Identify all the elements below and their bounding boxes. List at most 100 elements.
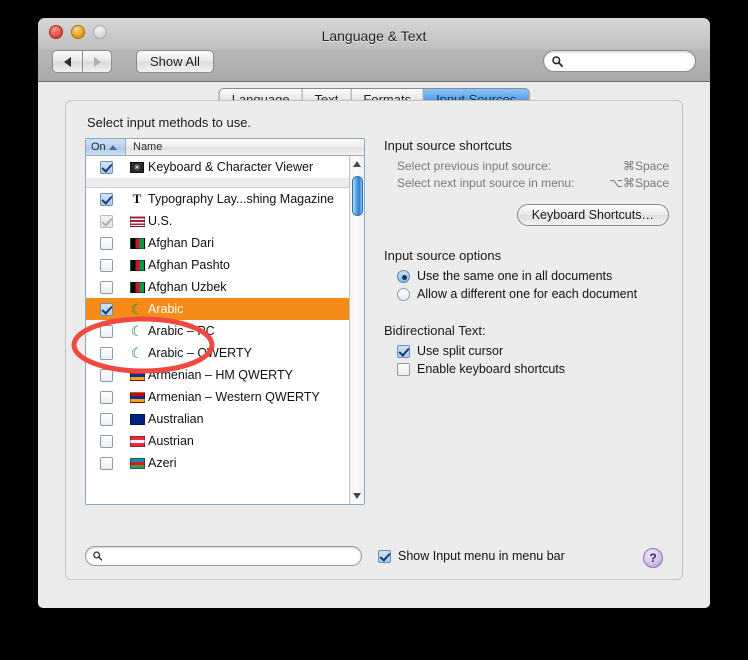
checkbox-icon	[99, 346, 113, 360]
filter-search-input[interactable]	[106, 550, 354, 562]
forward-button	[82, 50, 112, 73]
checkbox-icon-checked	[378, 549, 391, 563]
list-scrollbar[interactable]	[349, 156, 364, 504]
row-name: Arabic – PC	[148, 324, 215, 338]
checkbox-icon	[99, 390, 113, 404]
row-checkbox-cell[interactable]	[86, 192, 126, 206]
flag-austria-icon	[126, 435, 148, 447]
row-name: U.S.	[148, 214, 173, 228]
crescent-pc-icon: ☾	[130, 323, 144, 339]
checkbox-icon	[99, 434, 113, 448]
column-header-name[interactable]: Name	[126, 139, 364, 155]
row-checkbox-cell[interactable]	[86, 258, 126, 272]
row-checkbox-cell[interactable]	[86, 434, 126, 448]
flag-azerbaijan-icon	[126, 457, 148, 469]
row-checkbox-cell[interactable]	[86, 456, 126, 470]
scroll-down-button[interactable]	[350, 488, 364, 504]
row-checkbox-cell[interactable]	[86, 412, 126, 426]
toolbar-search-field[interactable]	[543, 50, 696, 72]
shortcuts-title: Input source shortcuts	[384, 138, 512, 153]
row-checkbox-cell[interactable]	[86, 390, 126, 404]
flag-armenia-icon	[126, 369, 148, 381]
row-name: Keyboard & Character Viewer	[148, 160, 314, 174]
row-checkbox-cell[interactable]	[86, 346, 126, 360]
navigation-buttons	[52, 50, 112, 73]
back-button[interactable]	[52, 50, 82, 73]
shortcut-key-next: ⌥⌘Space	[609, 176, 669, 190]
row-name: Afghan Pashto	[148, 258, 231, 272]
row-checkbox-cell[interactable]	[86, 368, 126, 382]
table-group-separator	[86, 178, 364, 188]
show-all-button[interactable]: Show All	[136, 50, 214, 73]
radio-different-per-document[interactable]: Allow a different one for each document	[384, 287, 669, 301]
table-header: On Name	[86, 139, 364, 156]
crescent-icon: ☾	[130, 301, 144, 317]
toolbar-search-input[interactable]	[568, 54, 687, 68]
keyboard-shortcuts-button[interactable]: Keyboard Shortcuts…	[516, 204, 669, 226]
flag-us-icon	[126, 215, 148, 227]
checkbox-label-use-split-cursor: Use split cursor	[417, 344, 504, 358]
input-sources-panel: Select input methods to use. On Name ✳ Ke…	[65, 100, 683, 580]
table-row[interactable]: Australian	[86, 408, 364, 430]
input-methods-table[interactable]: On Name ✳ Keyboard & Character Viewer T Typ…	[85, 138, 365, 505]
row-checkbox-cell[interactable]	[86, 324, 126, 338]
table-row[interactable]: T Typography Lay...shing Magazine	[86, 188, 364, 210]
table-row[interactable]: Austrian	[86, 430, 364, 452]
radio-label-different-per-document: Allow a different one for each document	[417, 287, 638, 301]
filter-search-field[interactable]	[85, 546, 362, 566]
checkbox-icon	[99, 236, 113, 250]
table-row[interactable]: Armenian – HM QWERTY	[86, 364, 364, 386]
checkbox-icon	[99, 456, 113, 470]
checkbox-icon-checked	[99, 160, 113, 174]
select-methods-label: Select input methods to use.	[87, 115, 252, 130]
column-header-on[interactable]: On	[86, 139, 126, 155]
shortcut-label-next: Select next input source in menu:	[397, 176, 575, 190]
row-checkbox-cell[interactable]	[86, 160, 126, 174]
checkbox-label-enable-keyboard-shortcuts: Enable keyboard shortcuts	[417, 362, 566, 376]
typography-icon: T	[132, 191, 142, 206]
column-header-name-label: Name	[133, 141, 163, 153]
table-row[interactable]: ✳ Keyboard & Character Viewer	[86, 156, 364, 178]
checkbox-show-input-menu[interactable]: Show Input menu in menu bar	[378, 549, 565, 563]
row-name: Armenian – HM QWERTY	[148, 368, 293, 382]
scrollbar-thumb[interactable]	[352, 176, 363, 216]
row-checkbox-cell[interactable]	[86, 236, 126, 250]
row-checkbox-cell[interactable]	[86, 302, 126, 316]
checkbox-enable-keyboard-shortcuts[interactable]: Enable keyboard shortcuts	[384, 362, 669, 376]
table-body: ✳ Keyboard & Character Viewer T Typography …	[86, 156, 364, 504]
table-row[interactable]: ☾ Arabic	[86, 298, 364, 320]
table-row[interactable]: Afghan Dari	[86, 232, 364, 254]
checkbox-icon-checked	[99, 214, 113, 228]
radio-button-icon-selected	[397, 269, 410, 283]
row-name: Typography Lay...shing Magazine	[148, 192, 334, 206]
checkbox-icon-checked	[397, 344, 410, 358]
table-row[interactable]: ☾ Arabic – PC	[86, 320, 364, 342]
checkbox-icon-checked	[99, 192, 113, 206]
search-icon	[93, 551, 103, 561]
scroll-up-button[interactable]	[350, 156, 364, 172]
checkbox-icon	[99, 280, 113, 294]
radio-button-icon	[397, 287, 410, 301]
table-row[interactable]: Afghan Pashto	[86, 254, 364, 276]
window-title: Language & Text	[321, 28, 427, 44]
shortcut-label-previous: Select previous input source:	[397, 159, 552, 173]
help-button[interactable]: ?	[643, 548, 663, 568]
checkbox-use-split-cursor[interactable]: Use split cursor	[384, 344, 669, 358]
row-checkbox-cell[interactable]	[86, 214, 126, 228]
row-checkbox-cell[interactable]	[86, 280, 126, 294]
row-name: Afghan Uzbek	[148, 280, 227, 294]
shortcut-row-previous: Select previous input source: ⌘Space	[384, 159, 669, 173]
table-row[interactable]: Armenian – Western QWERTY	[86, 386, 364, 408]
window-titlebar: Language & Text Show All	[38, 18, 710, 82]
row-name: Azeri	[148, 456, 177, 470]
radio-same-in-all-documents[interactable]: Use the same one in all documents	[384, 269, 669, 283]
table-row[interactable]: Afghan Uzbek	[86, 276, 364, 298]
row-name: Austrian	[148, 434, 194, 448]
flag-afghanistan-dari-icon	[126, 237, 148, 249]
table-row[interactable]: U.S.	[86, 210, 364, 232]
table-row[interactable]: ☾ Arabic – QWERTY	[86, 342, 364, 364]
row-name: Afghan Dari	[148, 236, 215, 250]
table-row[interactable]: Azeri	[86, 452, 364, 474]
flag-armenia-icon	[126, 391, 148, 403]
scroll-down-icon	[353, 493, 361, 499]
